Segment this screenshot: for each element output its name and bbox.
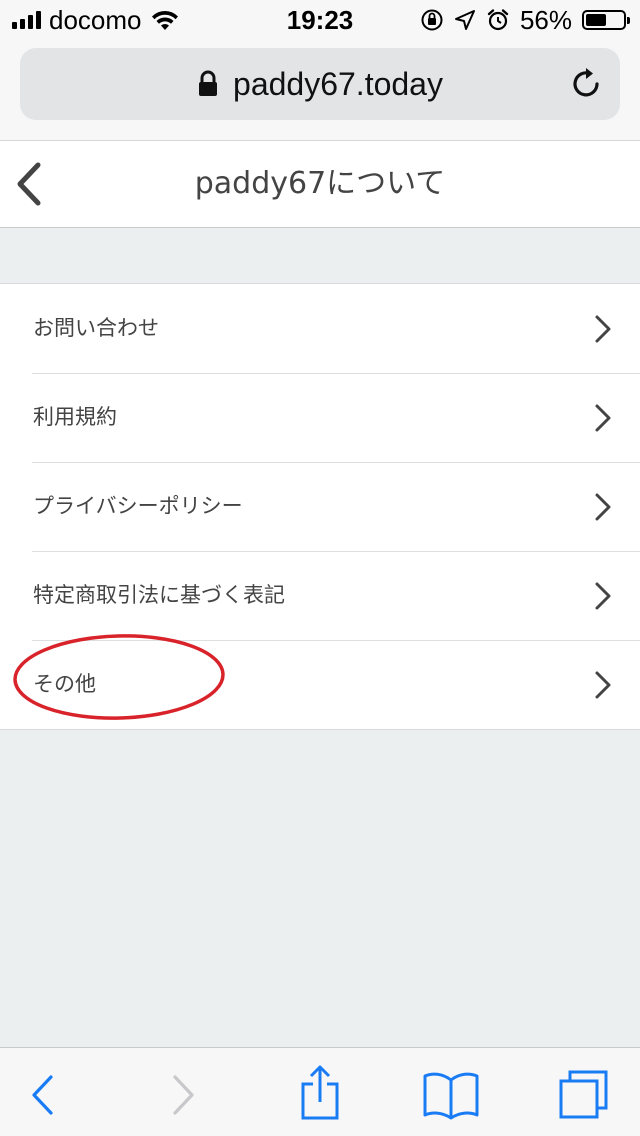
page-header: paddy67について: [0, 141, 640, 228]
chevron-right-icon: [595, 404, 611, 432]
menu-list: お問い合わせ 利用規約 プライバシーポリシー 特定商取引法に基づく表記 その他: [0, 283, 640, 730]
battery-fill: [586, 14, 607, 26]
chevron-right-icon: [595, 493, 611, 521]
chevron-right-icon: [595, 671, 611, 699]
status-bar: docomo 19:23 56%: [0, 0, 640, 40]
menu-item-label: プライバシーポリシー: [33, 494, 243, 518]
page-title: paddy67について: [194, 166, 446, 201]
chevron-right-icon: [595, 315, 611, 343]
menu-item-privacy[interactable]: プライバシーポリシー: [0, 462, 640, 551]
chevron-right-icon: [595, 582, 611, 610]
tabs-icon[interactable]: [556, 1066, 612, 1122]
menu-item-label: お問い合わせ: [33, 316, 159, 340]
bookmarks-icon[interactable]: [420, 1070, 482, 1120]
reload-icon[interactable]: [568, 66, 604, 102]
menu-item-label: 特定商取引法に基づく表記: [33, 583, 285, 607]
address-field[interactable]: paddy67.today: [20, 48, 620, 120]
menu-item-commercial-law[interactable]: 特定商取引法に基づく表記: [0, 551, 640, 640]
battery-percent: 56%: [519, 4, 572, 35]
menu-item-label: 利用規約: [33, 405, 117, 429]
back-icon[interactable]: [18, 1070, 68, 1120]
forward-icon: [173, 1075, 194, 1115]
url-text[interactable]: paddy67.today: [233, 66, 443, 103]
url-display[interactable]: paddy67.today: [20, 48, 620, 120]
alarm-icon: [487, 9, 509, 31]
location-icon: [454, 10, 475, 30]
lock-icon: [199, 70, 218, 96]
back-chevron-icon[interactable]: [10, 159, 50, 209]
status-right: 56%: [420, 4, 630, 35]
battery-icon: [582, 10, 630, 30]
menu-item-terms[interactable]: 利用規約: [0, 373, 640, 462]
highlight-ellipse-annotation: [13, 634, 225, 720]
browser-toolbar: [0, 1047, 640, 1136]
share-icon[interactable]: [295, 1064, 345, 1122]
orientation-lock-icon: [421, 9, 443, 31]
browser-address-area: paddy67.today: [0, 40, 640, 141]
menu-item-contact[interactable]: お問い合わせ: [0, 284, 640, 373]
